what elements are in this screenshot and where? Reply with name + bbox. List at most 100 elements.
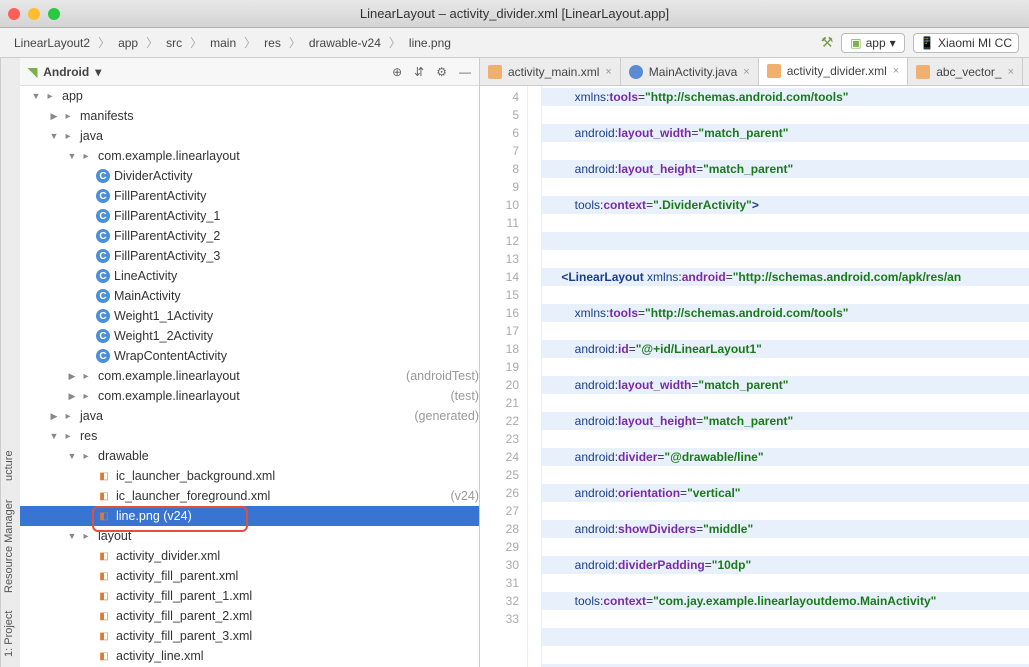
editor-tab[interactable]: abc_vector_×: [908, 58, 1023, 85]
expand-arrow-icon[interactable]: ▶: [48, 411, 60, 422]
tree-class[interactable]: CFillParentActivity: [20, 186, 479, 206]
tree-file[interactable]: ◧activity_divider.xml: [20, 546, 479, 566]
line-number: 12: [480, 232, 519, 250]
expand-arrow-icon[interactable]: ▼: [66, 151, 78, 161]
zoom-window-button[interactable]: [48, 8, 60, 20]
tree-package[interactable]: ▼▸com.example.linearlayout: [20, 146, 479, 166]
tree-class[interactable]: CDividerActivity: [20, 166, 479, 186]
code-line[interactable]: [542, 628, 1029, 646]
tree-file[interactable]: ◧activity_fill_parent_2.xml: [20, 606, 479, 626]
tree-class[interactable]: CLineActivity: [20, 266, 479, 286]
code-line[interactable]: [542, 232, 1029, 250]
device-dropdown[interactable]: 📱 Xiaomi MI CC: [913, 33, 1019, 53]
code-line[interactable]: android:layout_width="match_parent": [542, 376, 1029, 394]
tree-file[interactable]: ◧ic_launcher_foreground.xml(v24): [20, 486, 479, 506]
tree-file[interactable]: ◧line.png (v24): [20, 506, 479, 526]
code-area[interactable]: xmlns:tools="http://schemas.android.com/…: [542, 86, 1029, 667]
expand-arrow-icon[interactable]: ▼: [48, 431, 60, 441]
expand-arrow-icon[interactable]: ▼: [48, 131, 60, 141]
tree-manifests[interactable]: ▶▸manifests: [20, 106, 479, 126]
collapse-icon[interactable]: ⇵: [414, 65, 424, 79]
close-window-button[interactable]: [8, 8, 20, 20]
window-controls: [8, 8, 60, 20]
tree-file[interactable]: ◧ic_launcher_background.xml: [20, 466, 479, 486]
target-icon[interactable]: ⊕: [392, 65, 402, 79]
tree-layout[interactable]: ▼▸layout: [20, 526, 479, 546]
breadcrumb-item[interactable]: drawable-v24: [305, 34, 385, 52]
code-line[interactable]: android:id="@+id/LinearLayout1": [542, 340, 1029, 358]
tree-item-label: LineActivity: [114, 269, 479, 283]
tree-item-label: activity_fill_parent.xml: [116, 569, 479, 583]
code-line[interactable]: android:dividerPadding="10dp": [542, 556, 1029, 574]
code-line[interactable]: android:layout_height="match_parent": [542, 412, 1029, 430]
left-toolwindow-bar: 1: Project Resource Manager ucture: [0, 58, 20, 667]
hide-icon[interactable]: —: [459, 65, 471, 79]
breadcrumb-item[interactable]: LinearLayout2: [10, 34, 94, 52]
expand-arrow-icon[interactable]: ▼: [66, 531, 78, 541]
minimize-window-button[interactable]: [28, 8, 40, 20]
structure-tool-tab[interactable]: ucture: [3, 446, 18, 485]
code-line[interactable]: android:layout_width="match_parent": [542, 124, 1029, 142]
tree-item-label: layout: [98, 529, 479, 543]
editor-tab[interactable]: activity_divider.xml×: [759, 58, 908, 86]
code-editor[interactable]: 4567891011121314151617181920212223242526…: [480, 86, 1029, 667]
line-number: 5: [480, 106, 519, 124]
code-line[interactable]: xmlns:tools="http://schemas.android.com/…: [542, 304, 1029, 322]
tree-file[interactable]: ◧activity_fill_parent_3.xml: [20, 626, 479, 646]
code-line[interactable]: android:orientation="vertical": [542, 484, 1029, 502]
chevron-right-icon: 〉: [244, 34, 256, 51]
tree-app[interactable]: ▼▸app: [20, 86, 479, 106]
editor-tab[interactable]: activity_main.xml×: [480, 58, 621, 85]
tree-java[interactable]: ▼▸java: [20, 126, 479, 146]
code-line[interactable]: android:divider="@drawable/line": [542, 448, 1029, 466]
breadcrumb-item[interactable]: app: [114, 34, 142, 52]
tree-package[interactable]: ▶▸com.example.linearlayout(androidTest): [20, 366, 479, 386]
expand-arrow-icon[interactable]: ▶: [48, 111, 60, 122]
tree-drawable[interactable]: ▼▸drawable: [20, 446, 479, 466]
tree-file[interactable]: ◧activity_fill_parent.xml: [20, 566, 479, 586]
breadcrumb-item[interactable]: main: [206, 34, 240, 52]
tree-class[interactable]: CMainActivity: [20, 286, 479, 306]
code-line[interactable]: android:layout_height="match_parent": [542, 160, 1029, 178]
expand-arrow-icon[interactable]: ▼: [66, 451, 78, 461]
code-line[interactable]: android:showDividers="middle": [542, 520, 1029, 538]
tree-class[interactable]: CWeight1_1Activity: [20, 306, 479, 326]
breadcrumb-item[interactable]: src: [162, 34, 186, 52]
run-config-dropdown[interactable]: ▣ app ▾: [841, 33, 904, 53]
tree-class[interactable]: CFillParentActivity_1: [20, 206, 479, 226]
breadcrumb-item[interactable]: line.png: [405, 34, 455, 52]
tree-class[interactable]: CWeight1_2Activity: [20, 326, 479, 346]
chevron-down-icon[interactable]: ▾: [95, 65, 101, 79]
tree-class[interactable]: CFillParentActivity_3: [20, 246, 479, 266]
expand-arrow-icon[interactable]: ▼: [30, 91, 42, 101]
project-tree[interactable]: ▼▸app▶▸manifests▼▸java▼▸com.example.line…: [20, 86, 479, 667]
close-tab-icon[interactable]: ×: [743, 66, 749, 78]
tree-item-label: drawable: [98, 449, 479, 463]
close-tab-icon[interactable]: ×: [605, 66, 611, 78]
code-line[interactable]: xmlns:tools="http://schemas.android.com/…: [542, 88, 1029, 106]
tree-class[interactable]: CWrapContentActivity: [20, 346, 479, 366]
xml-icon: ◧: [96, 588, 112, 604]
android-logo-icon: ◥: [28, 65, 37, 79]
expand-arrow-icon[interactable]: ▶: [66, 371, 78, 382]
tree-res[interactable]: ▼▸res: [20, 426, 479, 446]
code-line[interactable]: tools:context=".DividerActivity">: [542, 196, 1029, 214]
close-tab-icon[interactable]: ×: [893, 65, 899, 77]
code-line[interactable]: <LinearLayout xmlns:android="http://sche…: [542, 268, 1029, 286]
expand-arrow-icon[interactable]: ▶: [66, 391, 78, 402]
editor-tab[interactable]: MainActivity.java×: [621, 58, 759, 85]
line-number: 22: [480, 412, 519, 430]
code-line[interactable]: tools:context="com.jay.example.linearlay…: [542, 592, 1029, 610]
tree-package[interactable]: ▶▸com.example.linearlayout(test): [20, 386, 479, 406]
build-icon[interactable]: ⚒: [821, 34, 834, 51]
tree-file[interactable]: ◧activity_fill_parent_1.xml: [20, 586, 479, 606]
gear-icon[interactable]: ⚙: [436, 65, 447, 79]
breadcrumb-item[interactable]: res: [260, 34, 285, 52]
resource-manager-tool-tab[interactable]: Resource Manager: [3, 495, 18, 597]
tree-file[interactable]: ◧activity_line.xml: [20, 646, 479, 666]
tree-class[interactable]: CFillParentActivity_2: [20, 226, 479, 246]
project-tool-tab[interactable]: 1: Project: [3, 607, 18, 661]
close-tab-icon[interactable]: ×: [1008, 66, 1014, 78]
line-number: 19: [480, 358, 519, 376]
tree-java-gen[interactable]: ▶▸java(generated): [20, 406, 479, 426]
